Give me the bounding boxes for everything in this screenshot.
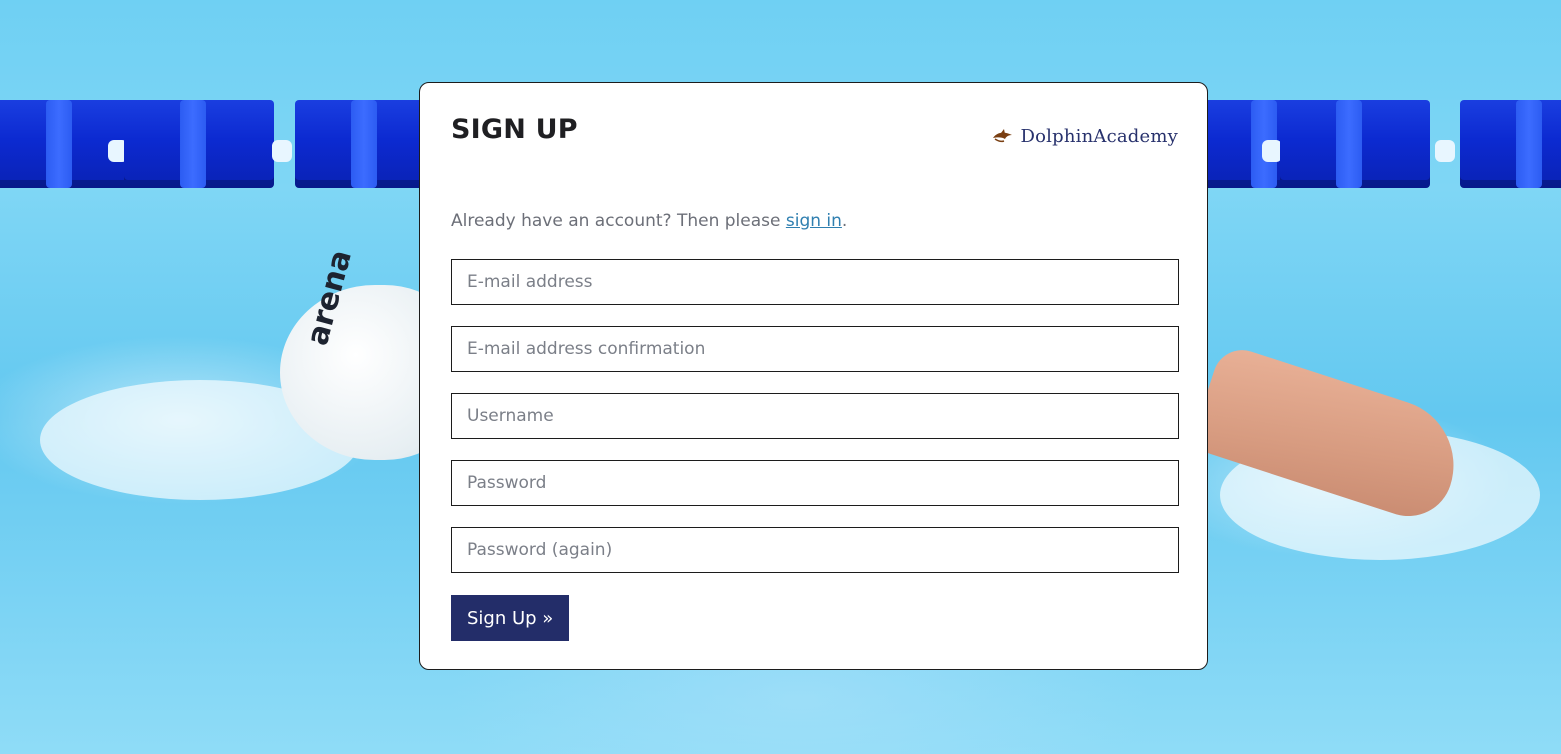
rope-link	[272, 140, 292, 162]
username-field[interactable]	[451, 393, 1179, 439]
brand-name: DolphinAcademy	[1020, 126, 1178, 147]
lane-float	[1280, 100, 1430, 188]
dolphin-icon	[993, 128, 1013, 142]
signin-prompt-suffix: .	[841, 211, 848, 231]
lane-float	[1460, 100, 1561, 188]
signup-button[interactable]: Sign Up »	[451, 595, 570, 641]
rope-link	[1435, 140, 1455, 162]
signin-prompt: Already have an account? Then please sig…	[451, 211, 847, 231]
password-field[interactable]	[451, 460, 1179, 506]
signup-card: SIGN UP DolphinAcademy Already have an a…	[419, 82, 1208, 670]
password-again-field[interactable]	[451, 527, 1179, 573]
email-confirmation-field[interactable]	[451, 326, 1179, 372]
signin-prompt-text: Already have an account? Then please	[451, 211, 786, 231]
page-title: SIGN UP	[451, 114, 578, 145]
lane-float	[124, 100, 274, 188]
rope-link	[1262, 140, 1282, 162]
email-field[interactable]	[451, 259, 1179, 305]
signin-link[interactable]: sign in	[786, 211, 842, 231]
brand-logo: DolphinAcademy	[992, 126, 1178, 147]
